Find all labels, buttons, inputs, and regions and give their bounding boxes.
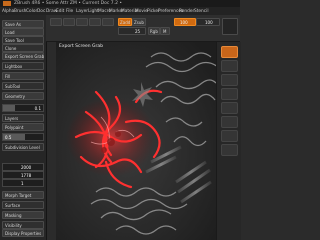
scale-button[interactable] (89, 18, 101, 26)
intensity-slider[interactable]: 0.1 (2, 104, 44, 112)
lightbox-button[interactable]: Lightbox (2, 62, 44, 70)
rgb-label: Rgb (150, 28, 158, 34)
menu-item-file[interactable]: File (66, 9, 73, 14)
subdivision-level-button[interactable]: Subdivision Level (2, 143, 44, 151)
display-properties-label: Display Properties (5, 230, 42, 236)
menu-item-edit[interactable]: Edit (56, 9, 64, 14)
solo-button[interactable] (221, 130, 238, 142)
menu-item-layer[interactable]: Layer (76, 9, 88, 14)
zsub-button[interactable]: Zsub (132, 18, 146, 26)
layers-label: Layers (5, 115, 19, 121)
title-bar: ZBrush 4R6 • Some Attr ZM • Current Doc … (0, 0, 240, 7)
geometry-button[interactable]: Geometry (2, 92, 44, 100)
masking-label: Masking (5, 212, 22, 218)
canvas-viewport[interactable]: Export Screen Grab (56, 42, 216, 240)
intensity-value: 0.1 (34, 105, 41, 111)
rotate-button[interactable] (102, 18, 114, 26)
height-field[interactable]: 1778 (2, 171, 44, 179)
viewport-label: Export Screen Grab (59, 44, 104, 49)
intensity-slider-fill (3, 105, 15, 111)
scale-view-button[interactable] (221, 74, 238, 86)
visibility-button[interactable]: Visibility (2, 221, 44, 229)
xpose-button[interactable] (221, 144, 238, 156)
visibility-label: Visibility (5, 222, 22, 228)
z-intensity-value: 25 (135, 28, 141, 34)
m-button[interactable]: M (160, 27, 170, 35)
right-shelf (216, 42, 241, 240)
morph-target-label: Morph Target (5, 192, 32, 198)
fill-button[interactable]: Fill (2, 72, 44, 80)
zadd-button[interactable]: Zadd (118, 18, 132, 26)
save-tool-button[interactable]: Save Tool (2, 36, 44, 44)
load-label: Load (5, 29, 15, 35)
z-intensity-slider[interactable]: 25 (118, 27, 146, 35)
transp-button[interactable] (221, 116, 238, 128)
sdiv-field[interactable]: 1 (2, 179, 44, 187)
zadd-label: Zadd (120, 19, 131, 25)
layers-button[interactable]: Layers (2, 114, 44, 122)
width-field[interactable]: 2000 (2, 163, 44, 171)
save-as-label: Save As (5, 21, 21, 27)
morph-target-button[interactable]: Morph Target (2, 191, 44, 199)
height-value: 1778 (21, 172, 32, 178)
load-button[interactable]: Load (2, 28, 44, 36)
app-logo (3, 1, 11, 6)
geometry-label: Geometry (5, 93, 25, 99)
menu-item-brush[interactable]: Brush (14, 9, 26, 14)
lightbox-label: Lightbox (5, 63, 23, 69)
move-view-button[interactable] (221, 60, 238, 72)
menu-item-doc[interactable]: Doc (37, 9, 45, 14)
surface-button[interactable]: Surface (2, 201, 44, 209)
masking-button[interactable]: Masking (2, 211, 44, 219)
divide-slider[interactable]: 0.5 (2, 133, 44, 141)
clone-label: Clone (5, 45, 17, 51)
subtool-label: SubTool (5, 83, 21, 89)
subtool-button[interactable]: SubTool (2, 82, 44, 90)
move-button[interactable] (76, 18, 88, 26)
color-picker-swatch[interactable] (222, 18, 238, 35)
window-title: ZBrush 4R6 • Some Attr ZM • Current Doc … (14, 1, 123, 6)
frame-button[interactable] (221, 46, 238, 58)
rgb-button[interactable]: Rgb (148, 27, 160, 35)
zoom-value: 100 (180, 19, 188, 25)
focal-value: 100 (205, 19, 213, 25)
subdivision-level-label: Subdivision Level (5, 144, 40, 150)
menu-item-render[interactable]: Render (179, 9, 194, 14)
sculpt-render (56, 42, 216, 240)
draw-button[interactable] (63, 18, 75, 26)
menu-item-alpha[interactable]: Alpha (2, 9, 14, 14)
focal-slider[interactable]: 100 (196, 18, 220, 26)
rotate-view-button[interactable] (221, 88, 238, 100)
display-properties-button[interactable]: Display Properties (2, 229, 44, 237)
menu-bar: Alpha Brush Color Doc Draw Edit File Layer Light… (0, 7, 240, 15)
save-tool-label: Save Tool (5, 37, 24, 43)
save-as-button[interactable]: Save As (2, 20, 44, 28)
m-label: M (163, 28, 167, 34)
width-value: 2000 (21, 164, 32, 170)
export-screen-grab-label: Export Screen Grab (5, 53, 45, 59)
top-toolbar: Zadd Zsub 25 100 100 Rgb M (46, 15, 240, 42)
polypaint-label: Polypaint (5, 124, 24, 130)
polyframe-button[interactable] (221, 102, 238, 114)
left-tool-panel: Save As Load Save Tool Clone Export Scre… (0, 15, 47, 240)
zoom-slider[interactable]: 100 (174, 18, 196, 26)
surface-label: Surface (5, 202, 21, 208)
menu-item-color[interactable]: Color (26, 9, 37, 14)
zsub-label: Zsub (134, 19, 144, 25)
divide-value: 0.5 (5, 134, 12, 140)
polypaint-button[interactable]: Polypaint (2, 123, 44, 131)
fill-label: Fill (5, 73, 11, 79)
sdiv-value: 1 (21, 180, 24, 186)
export-screen-grab-button[interactable]: Export Screen Grab (2, 52, 44, 60)
menu-item-movie[interactable]: Movie (135, 9, 148, 14)
menu-item-stencil[interactable]: Stencil (194, 9, 209, 14)
edit-button[interactable] (50, 18, 62, 26)
clone-button[interactable]: Clone (2, 44, 44, 52)
